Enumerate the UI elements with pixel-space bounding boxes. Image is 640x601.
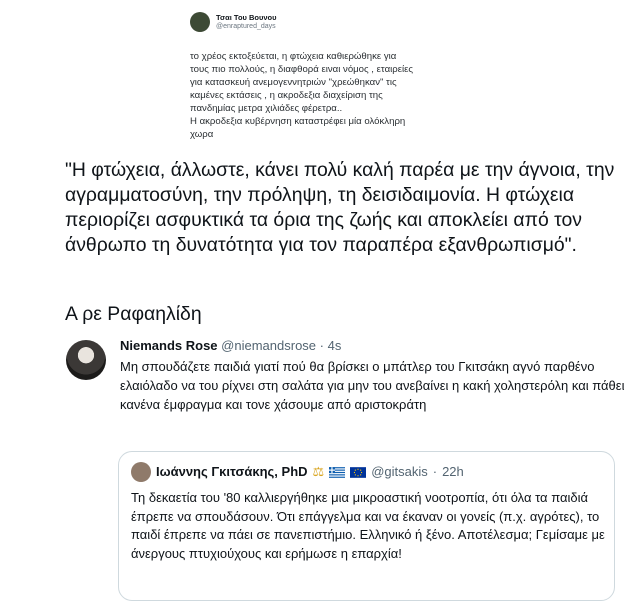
eu-flag-icon bbox=[350, 466, 367, 478]
reply-header: Niemands Rose @niemandsrose · 4s bbox=[120, 337, 341, 355]
quoted-timestamp[interactable]: 22h bbox=[442, 463, 464, 481]
reply-author-name[interactable]: Niemands Rose bbox=[120, 338, 218, 353]
embedded-tweet-header: Τσαι Του Βουνου @enraptured_days bbox=[190, 12, 460, 32]
quoted-tweet-card[interactable]: Ιωάννης Γκιτσάκης, PhD ⚖ @gitsakis · 22h bbox=[118, 451, 615, 601]
reply-text: Μη σπουδάζετε παιδιά γιατί πού θα βρίσκε… bbox=[120, 359, 625, 412]
embedded-tweet-text: το χρέος εκτοξεύεται, η φτώχεια καθιερώθ… bbox=[190, 51, 414, 140]
quoted-author-handle[interactable]: @gitsakis bbox=[371, 463, 428, 481]
quoted-separator: · bbox=[432, 464, 438, 479]
reply-timestamp[interactable]: 4s bbox=[328, 338, 342, 353]
quoted-tweet-text: Τη δεκαετία του '80 καλλιεργήθηκε μια μι… bbox=[131, 490, 605, 561]
greek-flag-icon bbox=[329, 466, 346, 478]
reply-avatar[interactable] bbox=[66, 340, 106, 380]
reply-author-handle[interactable]: @niemandsrose bbox=[221, 338, 316, 353]
tweet-quote-text: "Η φτώχεια, άλλωστε, κάνει πολύ καλή παρ… bbox=[65, 159, 615, 256]
quoted-author-name[interactable]: Ιωάννης Γκιτσάκης, PhD bbox=[156, 463, 308, 481]
embedded-tweet-handle: @enraptured_days bbox=[216, 23, 276, 30]
embedded-tweet-avatar bbox=[190, 12, 210, 32]
embedded-tweet-name: Τσαι Του Βουνου bbox=[216, 13, 277, 22]
embedded-tweet-image: Τσαι Του Βουνου @enraptured_days το χρέο… bbox=[190, 12, 460, 141]
quoted-author-avatar[interactable] bbox=[131, 462, 151, 482]
quoted-tweet-header: Ιωάννης Γκιτσάκης, PhD ⚖ @gitsakis · 22h bbox=[131, 462, 464, 482]
reply-separator: · bbox=[319, 338, 324, 353]
scales-emoji-icon: ⚖ bbox=[312, 464, 325, 479]
tweet-signature-text: Α ρε Ραφαηλίδη bbox=[65, 303, 202, 325]
